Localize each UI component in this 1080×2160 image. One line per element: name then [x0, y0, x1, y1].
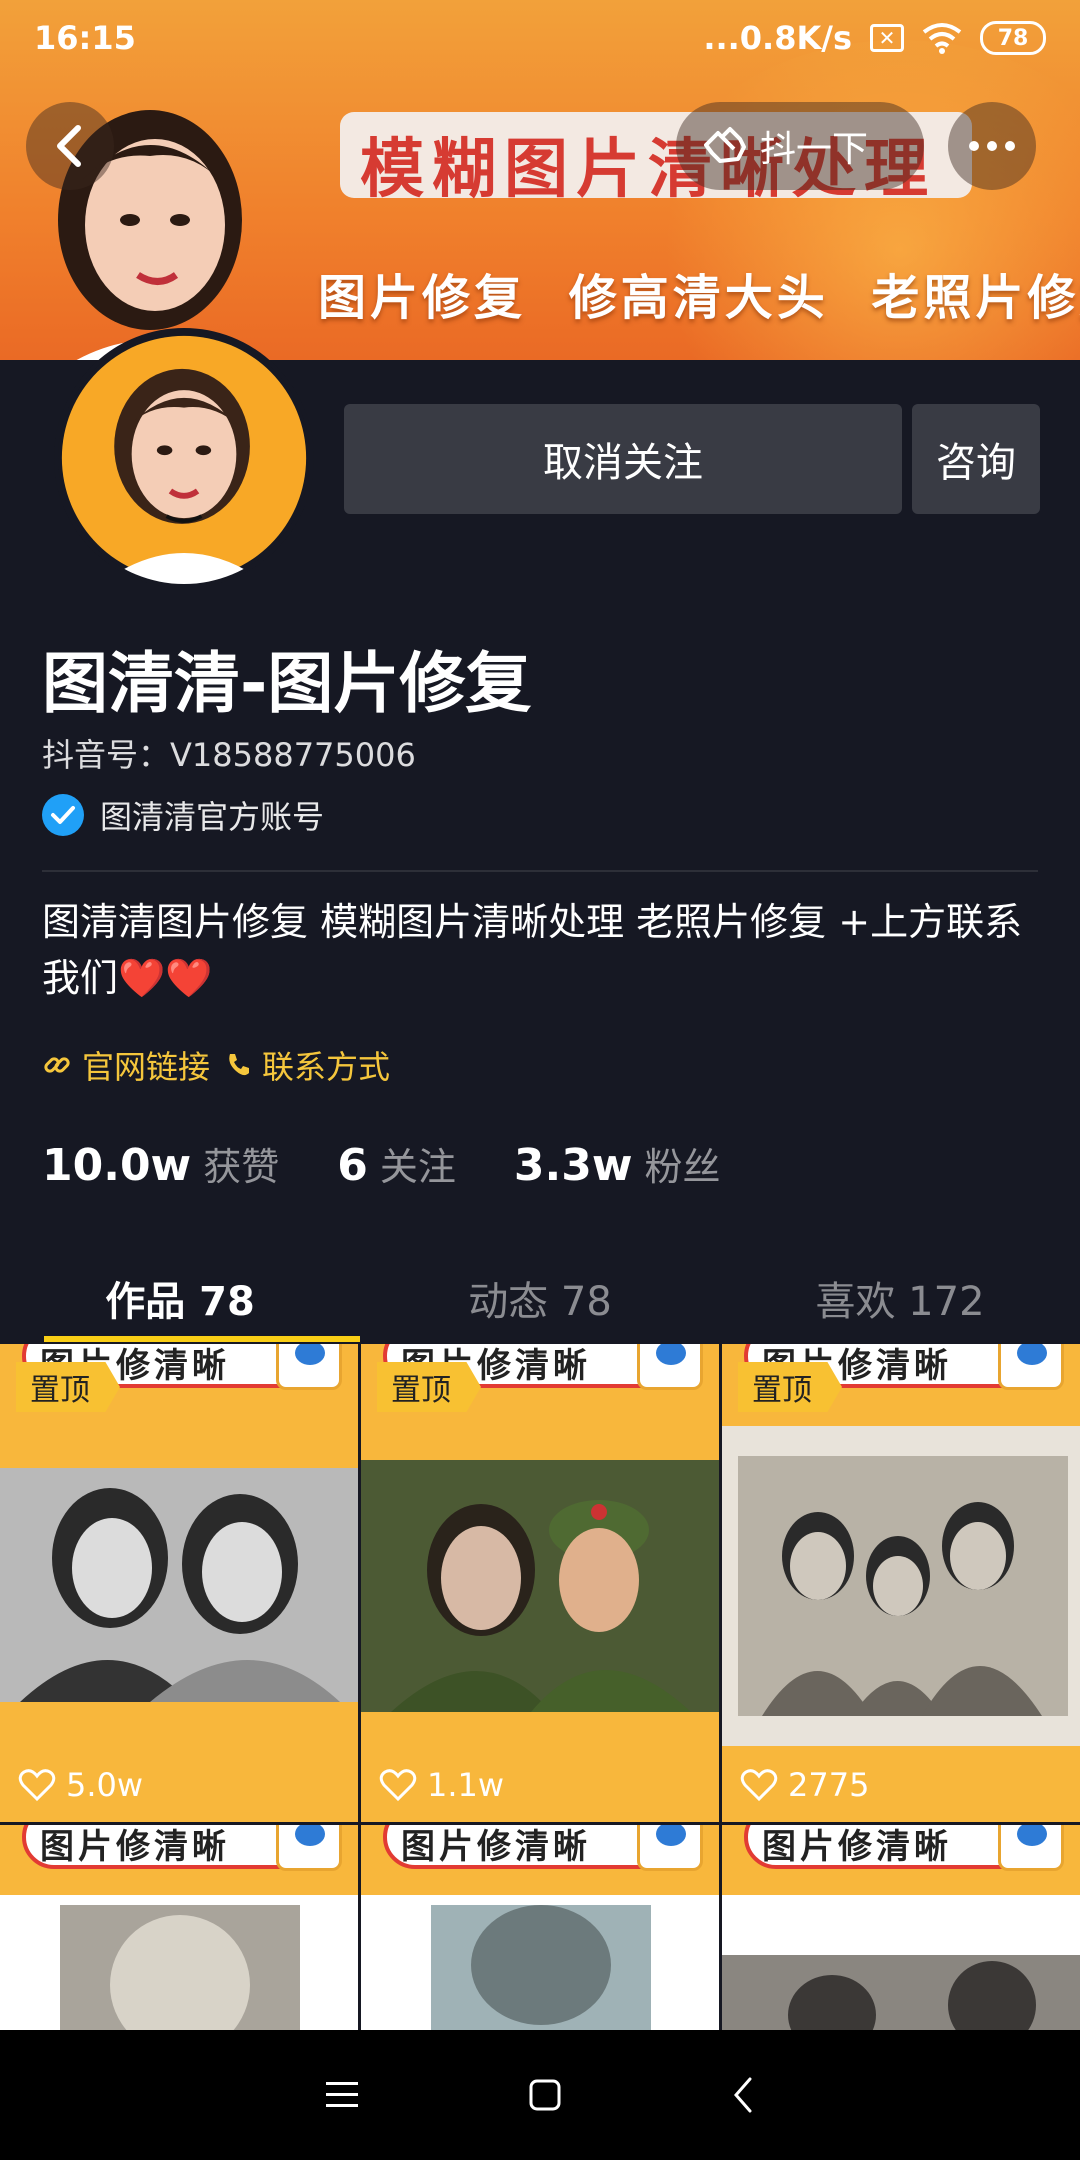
- website-link-label: 官网链接: [82, 1048, 211, 1086]
- network-speed: ...0.8K/s: [703, 19, 852, 57]
- verified-account: 图清清官方账号: [42, 792, 324, 838]
- old-photo-image: [361, 1460, 719, 1712]
- stat-following[interactable]: 6 关注: [337, 1136, 456, 1191]
- brand-logo: [637, 1825, 703, 1871]
- stat-fans[interactable]: 3.3w 粉丝: [514, 1136, 721, 1191]
- wifi-icon: [922, 23, 962, 54]
- old-photo-image: [60, 1905, 300, 2030]
- video-thumbnail[interactable]: 图片修清晰: [722, 1825, 1080, 2030]
- no-sim-icon: ✕: [870, 24, 904, 52]
- heart-icon: [18, 1769, 56, 1802]
- profile-bio: 图清清图片修复 模糊图片清晰处理 老照片修复 +上方联系我们❤️❤️: [42, 900, 1023, 1000]
- more-button[interactable]: [948, 102, 1036, 190]
- pinned-badge: 置顶: [16, 1362, 120, 1412]
- video-thumbnail[interactable]: 图片修清晰: [361, 1825, 719, 2030]
- old-photo-image: [431, 1905, 651, 2030]
- like-count-value: 5.0w: [66, 1766, 144, 1804]
- brand-logo: [276, 1344, 342, 1390]
- website-link[interactable]: 官网链接: [42, 1042, 210, 1088]
- profile-stats: 10.0w 获赞 6 关注 3.3w 粉丝: [42, 1136, 778, 1191]
- tab-activity[interactable]: 动态 78: [360, 1250, 720, 1346]
- back-button[interactable]: [26, 102, 114, 190]
- old-photo-image: [722, 1426, 1080, 1746]
- heart-icon: [740, 1769, 778, 1802]
- fans-count: 3.3w: [513, 1140, 633, 1191]
- dou-yi-xia-button[interactable]: 抖一下: [676, 102, 924, 190]
- contact-link-label: 联系方式: [262, 1048, 391, 1086]
- profile-links: 官网链接 联系方式: [42, 1042, 390, 1088]
- video-grid: 图片修清晰 置顶 5.0w 图片修清晰 置顶 1.1w 图片修清晰 置顶 277…: [0, 1344, 1080, 2030]
- thumbnail-header: 图片修清晰: [40, 1827, 230, 1867]
- tab-liked[interactable]: 喜欢 172: [720, 1250, 1080, 1346]
- like-count: 5.0w: [18, 1766, 143, 1804]
- stat-likes: 10.0w 获赞: [42, 1136, 279, 1191]
- dou-yi-xia-label: 抖一下: [760, 129, 869, 170]
- thumbnail-header: 图片修清晰: [762, 1827, 952, 1867]
- following-label: 关注: [379, 1145, 456, 1189]
- verified-check-icon: [42, 794, 84, 836]
- more-dots-icon: [969, 141, 1015, 151]
- chevron-left-icon: [57, 125, 81, 167]
- poke-hand-icon: [704, 127, 746, 163]
- profile-tabs: 作品 78 动态 78 喜欢 172: [0, 1250, 1080, 1346]
- pinned-badge: 置顶: [377, 1362, 481, 1412]
- like-count: 1.1w: [379, 1766, 504, 1804]
- fans-label: 粉丝: [644, 1145, 721, 1189]
- menu-icon[interactable]: [322, 2078, 362, 2112]
- home-icon[interactable]: [525, 2075, 565, 2115]
- phone-icon: [229, 1054, 250, 1076]
- contact-link[interactable]: 联系方式: [224, 1042, 390, 1088]
- douyin-id: 抖音号：V18588775006: [42, 736, 416, 774]
- brand-logo: [998, 1344, 1064, 1390]
- status-bar: 16:15 ...0.8K/s ✕ 78: [0, 0, 1080, 76]
- banner-subtitle: 图片修复 修高清大头 老照片修复: [318, 270, 1080, 326]
- profile-name: 图清清-图片修复: [42, 645, 532, 722]
- thumbnail-header: 图片修清晰: [401, 1827, 591, 1867]
- like-count-value: 1.1w: [427, 1766, 505, 1804]
- old-photo-image: [0, 1468, 358, 1702]
- battery-icon: 78: [980, 21, 1046, 55]
- tab-works[interactable]: 作品 78: [0, 1250, 360, 1346]
- brand-logo: [276, 1825, 342, 1871]
- system-nav-bar: [0, 2030, 1080, 2160]
- brand-logo: [998, 1825, 1064, 1871]
- like-count: 2775: [740, 1766, 869, 1804]
- status-time: 16:15: [34, 19, 136, 57]
- video-thumbnail[interactable]: 图片修清晰 置顶 2775: [722, 1344, 1080, 1822]
- pinned-badge: 置顶: [738, 1362, 842, 1412]
- avatar-image: [61, 335, 307, 584]
- old-photo-image: [722, 1955, 1080, 2030]
- avatar[interactable]: [54, 328, 314, 588]
- back-nav-icon[interactable]: [728, 2075, 758, 2115]
- like-count-value: 2775: [788, 1766, 870, 1804]
- consult-button[interactable]: 咨询: [912, 404, 1040, 514]
- likes-label: 获赞: [203, 1145, 280, 1189]
- heart-icon: [379, 1769, 417, 1802]
- video-thumbnail[interactable]: 图片修清晰 置顶 1.1w: [361, 1344, 719, 1822]
- unfollow-button[interactable]: 取消关注: [344, 404, 902, 514]
- verified-text: 图清清官方账号: [100, 798, 325, 836]
- video-thumbnail[interactable]: 图片修清晰 置顶 5.0w: [0, 1344, 358, 1822]
- likes-count: 10.0w: [42, 1140, 192, 1191]
- video-thumbnail[interactable]: 图片修清晰: [0, 1825, 358, 2030]
- brand-logo: [637, 1344, 703, 1390]
- following-count: 6: [337, 1140, 368, 1191]
- link-icon: [44, 1057, 70, 1073]
- divider: [42, 870, 1038, 872]
